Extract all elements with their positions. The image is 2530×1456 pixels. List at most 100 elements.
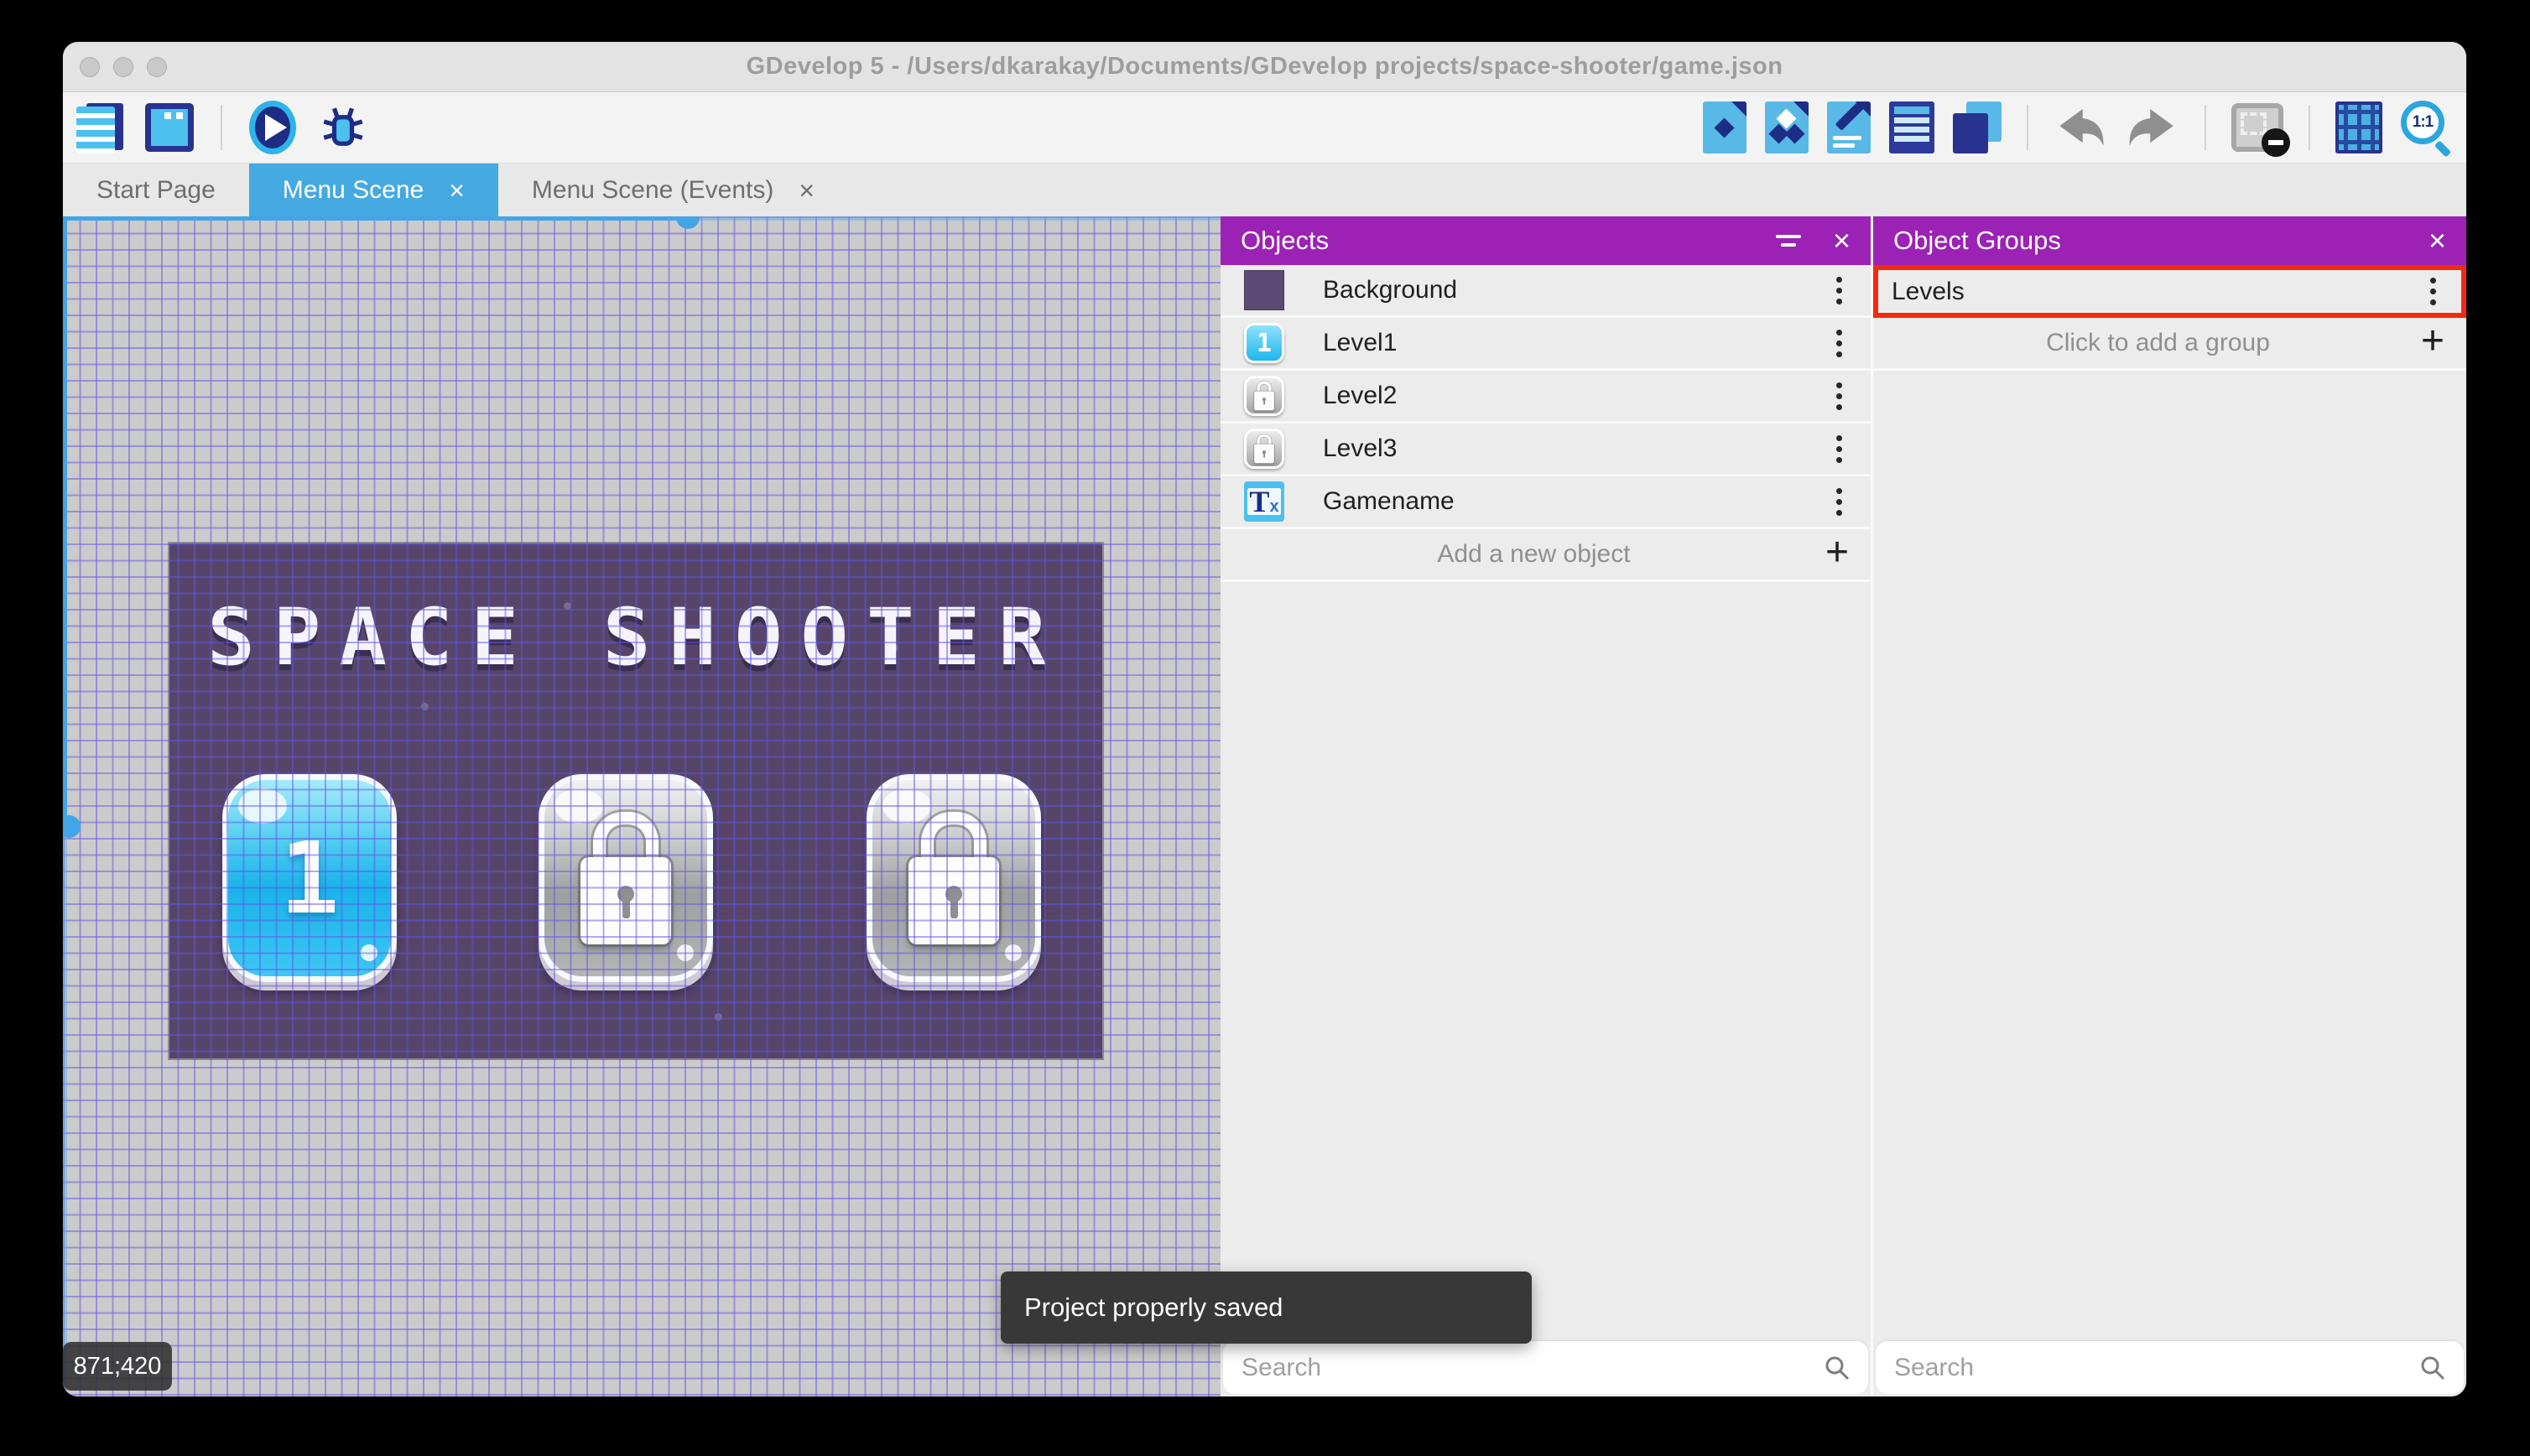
object-thumbnail-gamename: T x	[1244, 481, 1284, 522]
objects-panel-header: Objects ×	[1221, 216, 1871, 265]
search-icon	[1825, 1356, 1850, 1380]
level2-button-instance[interactable]	[539, 774, 713, 982]
window-title: GDevelop 5 - /Users/dkarakay/Documents/G…	[746, 53, 1783, 80]
object-row-gamename[interactable]: T x Gamename	[1221, 476, 1871, 529]
lock-icon	[1254, 434, 1274, 464]
gdevelop-window: GDevelop 5 - /Users/dkarakay/Documents/G…	[63, 42, 2466, 1396]
object-groups-panel: Object Groups × Levels Click to add a gr…	[1873, 216, 2466, 1396]
lock-icon	[908, 812, 999, 944]
object-groups-panel-header: Object Groups ×	[1873, 216, 2466, 265]
object-name: Level1	[1323, 329, 1398, 356]
object-name: Background	[1323, 276, 1458, 304]
object-menu-icon[interactable]	[1825, 377, 1854, 415]
lock-icon	[580, 812, 671, 944]
selection-top-edge-faded	[688, 216, 1221, 221]
minimize-window-button[interactable]	[113, 57, 133, 77]
selection-left-handle[interactable]	[63, 815, 81, 838]
tab-start-page[interactable]: Start Page	[63, 164, 249, 216]
objects-panel: Objects × Background 1 Level1 Level2 Lev…	[1221, 216, 1871, 1396]
object-name: Gamename	[1323, 487, 1455, 515]
game-background-instance[interactable]: SPACE SHOOTER 1	[168, 542, 1104, 1060]
traffic-lights	[80, 42, 167, 92]
close-panel-icon[interactable]: ×	[2428, 226, 2446, 256]
zoom-reset-icon[interactable]: 1:1	[2401, 101, 2453, 158]
groups-panel-empty-area	[1873, 371, 2466, 1341]
project-manager-icon[interactable]	[76, 101, 125, 153]
toolbar-divider	[2205, 105, 2206, 150]
debug-bug-icon[interactable]	[316, 104, 370, 151]
selection-top-edge	[63, 216, 688, 221]
object-thumbnail-level1: 1	[1244, 323, 1284, 363]
objects-editor-icon[interactable]	[1703, 101, 1747, 153]
object-thumbnail-level3	[1244, 429, 1284, 469]
star-decoration	[564, 602, 571, 610]
instances-list-icon[interactable]	[1889, 101, 1934, 153]
tab-bar: Start Page Menu Scene × Menu Scene (Even…	[63, 164, 2466, 216]
close-tab-icon[interactable]: ×	[449, 177, 465, 204]
star-decoration	[715, 1013, 722, 1021]
objects-search-box[interactable]	[1223, 1341, 1868, 1394]
add-group-button[interactable]: Click to add a group +	[1873, 318, 2466, 371]
scene-window-icon[interactable]	[145, 103, 194, 152]
group-name: Levels	[1892, 277, 1965, 305]
object-row-background[interactable]: Background	[1221, 265, 1871, 318]
lock-icon	[1254, 381, 1274, 411]
game-title-text[interactable]: SPACE SHOOTER	[169, 592, 1102, 684]
object-groups-panel-title: Object Groups	[1893, 226, 2061, 255]
scene-canvas[interactable]: SPACE SHOOTER 1 871;420	[63, 216, 1221, 1396]
object-thumbnail-background	[1244, 270, 1284, 310]
maximize-window-button[interactable]	[147, 57, 167, 77]
toolbar: 1:1	[63, 92, 2466, 164]
selection-top-handle[interactable]	[676, 216, 700, 229]
groups-search-input[interactable]	[1892, 1352, 2418, 1383]
toolbar-divider	[221, 105, 222, 150]
object-row-level3[interactable]: Level3	[1221, 424, 1871, 476]
object-row-level2[interactable]: Level2	[1221, 371, 1871, 424]
titlebar: GDevelop 5 - /Users/dkarakay/Documents/G…	[63, 42, 2466, 92]
close-window-button[interactable]	[80, 57, 100, 77]
close-panel-icon[interactable]: ×	[1833, 226, 1851, 256]
object-groups-editor-icon[interactable]	[1765, 101, 1809, 153]
object-menu-icon[interactable]	[1825, 483, 1854, 521]
toolbar-divider	[2027, 105, 2028, 150]
redo-icon[interactable]	[2126, 104, 2179, 151]
tab-label: Menu Scene (Events)	[531, 175, 774, 204]
toolbar-divider	[2309, 105, 2310, 150]
object-row-level1[interactable]: 1 Level1	[1221, 318, 1871, 371]
save-toast: Project properly saved	[1001, 1271, 1532, 1344]
level3-button-instance[interactable]	[867, 774, 1041, 982]
close-tab-icon[interactable]: ×	[799, 177, 815, 204]
star-decoration	[421, 703, 429, 710]
undo-icon[interactable]	[2054, 104, 2107, 151]
layers-icon[interactable]	[1953, 101, 2002, 153]
group-row-levels[interactable]: Levels	[1873, 265, 2466, 318]
add-group-label: Click to add a group	[2046, 329, 2270, 356]
add-object-label: Add a new object	[1437, 540, 1631, 568]
object-menu-icon[interactable]	[1825, 430, 1854, 468]
properties-icon[interactable]	[1827, 101, 1871, 153]
search-icon	[2421, 1356, 2445, 1380]
zoom-reset-label: 1:1	[2401, 101, 2444, 144]
grid-toggle-icon[interactable]	[2335, 101, 2382, 153]
selection-left-edge	[63, 216, 67, 826]
tab-label: Menu Scene	[282, 175, 424, 204]
tab-menu-scene[interactable]: Menu Scene ×	[248, 164, 498, 216]
star-decoration	[891, 644, 898, 652]
objects-search-input[interactable]	[1240, 1352, 1823, 1383]
objects-search-row	[1221, 1341, 1871, 1396]
object-thumbnail-level2	[1244, 376, 1284, 416]
tab-menu-scene-events[interactable]: Menu Scene (Events) ×	[498, 164, 848, 216]
selection-left-edge-faded	[63, 826, 67, 1396]
object-menu-icon[interactable]	[1825, 325, 1854, 362]
add-new-object-button[interactable]: Add a new object +	[1221, 529, 1871, 582]
groups-search-box[interactable]	[1876, 1341, 2464, 1394]
preview-play-icon[interactable]	[249, 101, 296, 154]
object-menu-icon[interactable]	[1825, 272, 1854, 309]
object-name: Level3	[1323, 434, 1398, 462]
level1-button-instance[interactable]: 1	[222, 774, 397, 982]
group-menu-icon[interactable]	[2418, 273, 2448, 310]
filter-icon[interactable]	[1775, 230, 1804, 252]
objects-panel-empty-area	[1221, 582, 1871, 1341]
tab-label: Start Page	[96, 175, 216, 204]
mask-toggle-icon[interactable]	[2231, 103, 2290, 157]
